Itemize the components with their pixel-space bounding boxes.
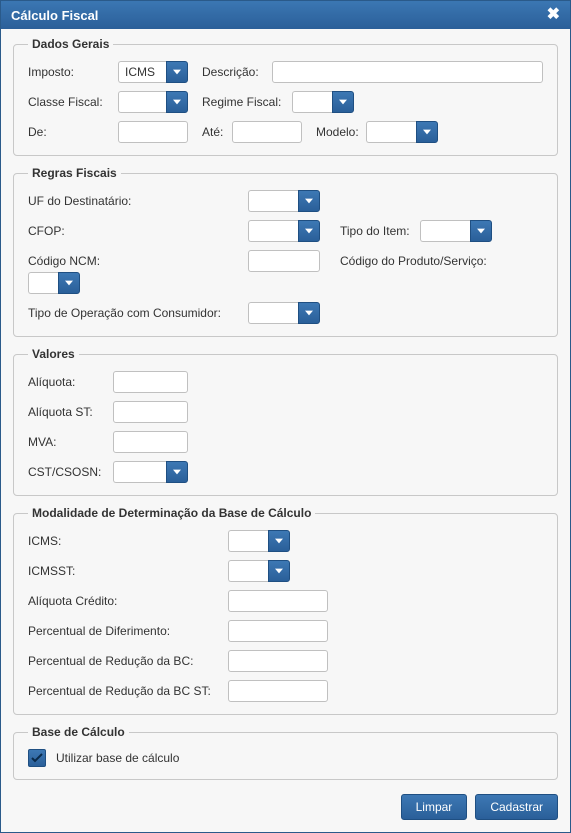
- label-uf: UF do Destinatário:: [28, 194, 248, 208]
- dialog-footer: Limpar Cadastrar: [13, 790, 558, 820]
- fieldset-modalidade: Modalidade de Determinação da Base de Cá…: [13, 506, 558, 715]
- label-aliquotast: Alíquota ST:: [28, 405, 113, 419]
- tipoitem-combo[interactable]: [420, 220, 492, 242]
- imposto-value: ICMS: [118, 61, 166, 83]
- label-tipoop: Tipo de Operação com Consumidor:: [28, 306, 248, 320]
- dialog-calculo-fiscal: Cálculo Fiscal ✖ Dados Gerais Imposto: I…: [0, 0, 571, 833]
- chevron-down-icon[interactable]: [268, 530, 290, 552]
- fieldset-dados-gerais: Dados Gerais Imposto: ICMS Descrição: Cl…: [13, 37, 558, 156]
- ate-input[interactable]: [232, 121, 302, 143]
- chevron-down-icon[interactable]: [166, 61, 188, 83]
- label-imposto: Imposto:: [28, 65, 118, 79]
- label-prodserv: Código do Produto/Serviço:: [340, 254, 495, 268]
- dialog-content: Dados Gerais Imposto: ICMS Descrição: Cl…: [1, 29, 570, 832]
- label-cfop: CFOP:: [28, 224, 248, 238]
- chevron-down-icon[interactable]: [470, 220, 492, 242]
- chevron-down-icon[interactable]: [332, 91, 354, 113]
- icms-combo[interactable]: [228, 530, 290, 552]
- chevron-down-icon[interactable]: [166, 461, 188, 483]
- label-icms: ICMS:: [28, 534, 228, 548]
- modelo-value: [366, 121, 416, 143]
- icmsst-value: [228, 560, 268, 582]
- mva-input[interactable]: [113, 431, 188, 453]
- label-icmsst: ICMSST:: [28, 564, 228, 578]
- chevron-down-icon[interactable]: [298, 220, 320, 242]
- utilizar-checkbox[interactable]: [28, 749, 46, 767]
- prodserv-combo[interactable]: [28, 272, 80, 294]
- label-modelo: Modelo:: [316, 125, 366, 139]
- descricao-input[interactable]: [272, 61, 543, 83]
- chevron-down-icon[interactable]: [268, 560, 290, 582]
- label-aliqcred: Alíquota Crédito:: [28, 594, 228, 608]
- de-input[interactable]: [118, 121, 188, 143]
- icmsst-combo[interactable]: [228, 560, 290, 582]
- label-utilizar: Utilizar base de cálculo: [56, 751, 179, 765]
- legend-base: Base de Cálculo: [28, 725, 129, 739]
- label-tipoitem: Tipo do Item:: [340, 224, 420, 238]
- percredbc-input[interactable]: [228, 650, 328, 672]
- label-mva: MVA:: [28, 435, 113, 449]
- label-aliquota: Alíquota:: [28, 375, 113, 389]
- cfop-combo[interactable]: [248, 220, 320, 242]
- cfop-value: [248, 220, 298, 242]
- fieldset-regras-fiscais: Regras Fiscais UF do Destinatário: CFOP:…: [13, 166, 558, 337]
- label-cst: CST/CSOSN:: [28, 465, 113, 479]
- label-percredbcst: Percentual de Redução da BC ST:: [28, 684, 228, 698]
- fieldset-valores: Valores Alíquota: Alíquota ST: MVA: CST/…: [13, 347, 558, 496]
- tipoop-combo[interactable]: [248, 302, 320, 324]
- chevron-down-icon[interactable]: [58, 272, 80, 294]
- uf-value: [248, 190, 298, 212]
- label-de: De:: [28, 125, 118, 139]
- label-classe: Classe Fiscal:: [28, 95, 118, 109]
- tipoop-value: [248, 302, 298, 324]
- ncm-input[interactable]: [248, 250, 320, 272]
- classe-value: [118, 91, 166, 113]
- legend-dados-gerais: Dados Gerais: [28, 37, 113, 51]
- percredbcst-input[interactable]: [228, 680, 328, 702]
- chevron-down-icon[interactable]: [416, 121, 438, 143]
- window-title: Cálculo Fiscal: [11, 8, 98, 23]
- aliquota-input[interactable]: [113, 371, 188, 393]
- titlebar: Cálculo Fiscal ✖: [1, 1, 570, 29]
- classe-combo[interactable]: [118, 91, 188, 113]
- label-percdif: Percentual de Diferimento:: [28, 624, 228, 638]
- legend-modalidade: Modalidade de Determinação da Base de Cá…: [28, 506, 315, 520]
- imposto-combo[interactable]: ICMS: [118, 61, 188, 83]
- chevron-down-icon[interactable]: [166, 91, 188, 113]
- legend-valores: Valores: [28, 347, 79, 361]
- modelo-combo[interactable]: [366, 121, 438, 143]
- chevron-down-icon[interactable]: [298, 302, 320, 324]
- tipoitem-value: [420, 220, 470, 242]
- aliquotast-input[interactable]: [113, 401, 188, 423]
- regime-combo[interactable]: [292, 91, 354, 113]
- close-icon[interactable]: ✖: [547, 7, 560, 23]
- cadastrar-button[interactable]: Cadastrar: [475, 794, 558, 820]
- limpar-button[interactable]: Limpar: [401, 794, 468, 820]
- uf-combo[interactable]: [248, 190, 320, 212]
- label-regime: Regime Fiscal:: [202, 95, 292, 109]
- prodserv-value: [28, 272, 58, 294]
- label-descricao: Descrição:: [202, 65, 272, 79]
- legend-regras: Regras Fiscais: [28, 166, 121, 180]
- aliqcred-input[interactable]: [228, 590, 328, 612]
- label-ate: Até:: [202, 125, 232, 139]
- percdif-input[interactable]: [228, 620, 328, 642]
- fieldset-base-calculo: Base de Cálculo Utilizar base de cálculo: [13, 725, 558, 780]
- icms-value: [228, 530, 268, 552]
- regime-value: [292, 91, 332, 113]
- chevron-down-icon[interactable]: [298, 190, 320, 212]
- label-percredbc: Percentual de Redução da BC:: [28, 654, 228, 668]
- cst-combo[interactable]: [113, 461, 188, 483]
- label-ncm: Código NCM:: [28, 254, 248, 268]
- cst-value: [113, 461, 166, 483]
